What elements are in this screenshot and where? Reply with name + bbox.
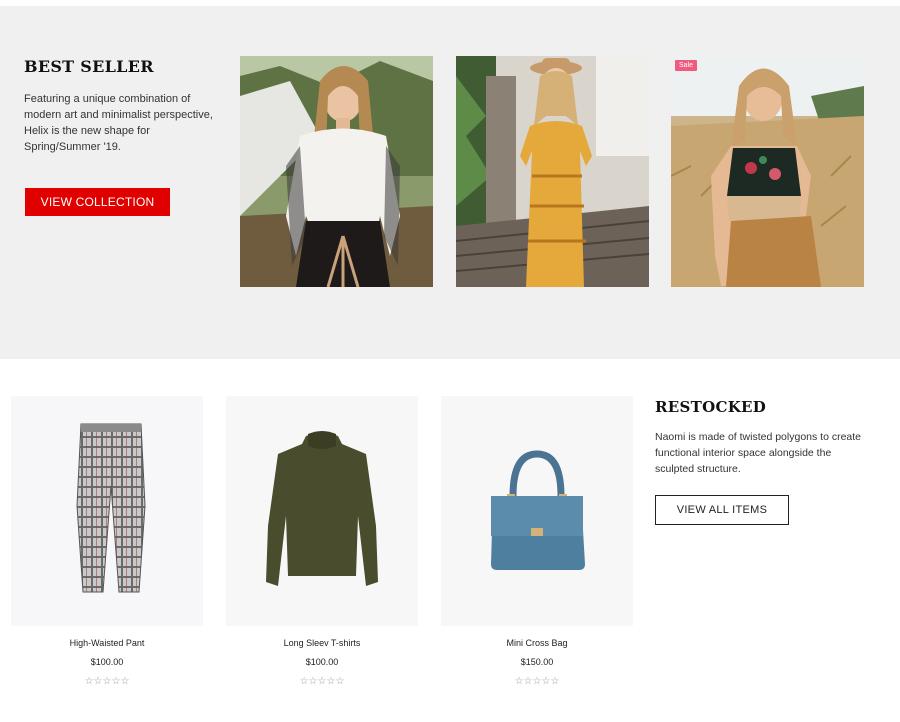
model-embroidered-top-photo[interactable]: Sale <box>671 56 864 287</box>
product-card-mini-cross-bag[interactable] <box>441 396 633 626</box>
rating-stars-icon: ☆☆☆☆☆ <box>84 676 130 687</box>
product-price: $150.00 <box>520 657 554 667</box>
product-name[interactable]: Long Sleev T-shirts <box>226 638 418 648</box>
model-yellow-dress-photo[interactable] <box>456 56 649 287</box>
blue-handbag-image <box>441 396 633 626</box>
restocked-description: Naomi is made of twisted polygons to cre… <box>655 431 862 475</box>
best-seller-description: Featuring a unique combination of modern… <box>24 93 213 153</box>
best-seller-title: BEST SELLER <box>24 57 154 76</box>
olive-sweater-image <box>226 396 418 626</box>
view-all-items-button[interactable]: VIEW ALL ITEMS <box>655 495 789 525</box>
view-collection-button[interactable]: VIEW COLLECTION <box>25 188 170 216</box>
product-card-long-sleev-t-shirts[interactable] <box>226 396 418 626</box>
rating-stars-icon: ☆☆☆☆☆ <box>299 676 345 687</box>
model-white-blouse-photo[interactable] <box>240 56 433 287</box>
product-card-high-waisted-pant[interactable] <box>11 396 203 626</box>
restocked-title: RESTOCKED <box>655 398 767 416</box>
best-seller-section: BEST SELLER Featuring a unique combinati… <box>0 6 900 359</box>
rating-stars-icon: ☆☆☆☆☆ <box>514 676 560 687</box>
product-price: $100.00 <box>305 657 339 667</box>
product-name[interactable]: High-Waisted Pant <box>11 638 203 648</box>
sale-badge: Sale <box>675 60 698 71</box>
plaid-pants-image <box>11 396 203 626</box>
product-name[interactable]: Mini Cross Bag <box>441 638 633 648</box>
product-price: $100.00 <box>90 657 124 667</box>
